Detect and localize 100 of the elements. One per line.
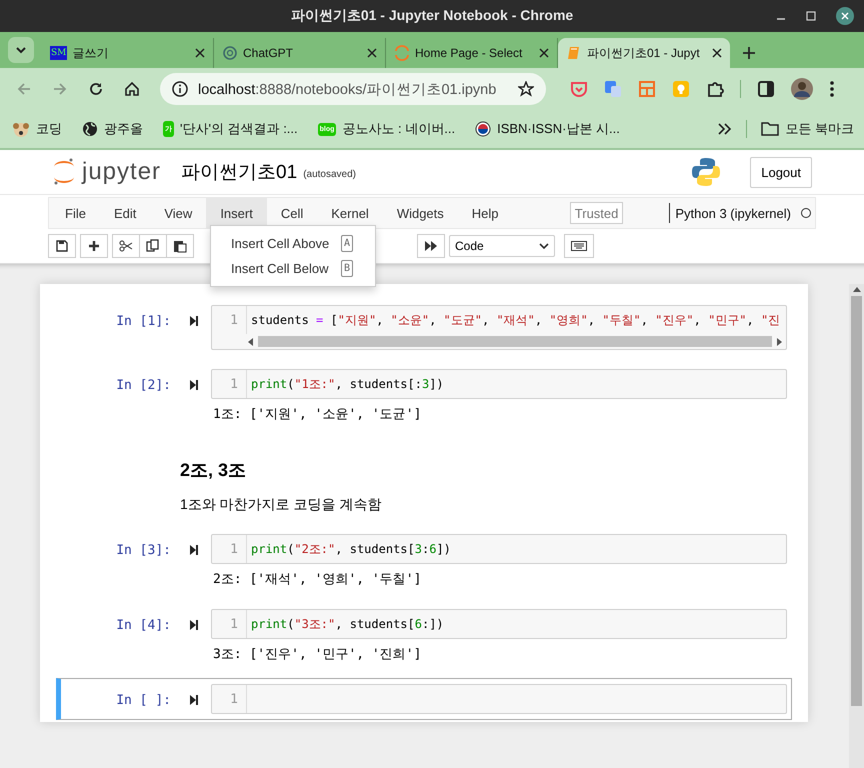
chevron-icon[interactable] [718, 123, 732, 135]
cell-type-select[interactable]: Code [449, 235, 555, 257]
pocket-icon[interactable] [570, 80, 588, 98]
bookmark[interactable]: 코딩 [12, 120, 62, 138]
close-icon[interactable] [712, 48, 722, 58]
floppy-icon [56, 240, 68, 252]
keyboard-icon [571, 241, 587, 251]
line-number: 1 [212, 535, 247, 563]
line-number: 1 [212, 306, 247, 334]
folder-icon [761, 121, 780, 137]
input-prompt: In [3]: [115, 542, 171, 558]
book-icon [566, 45, 582, 61]
save-status: (autosaved) [303, 168, 356, 180]
reload-icon[interactable] [88, 81, 104, 97]
menu-item[interactable]: Insert Cell Above A [211, 231, 375, 256]
globe-icon [82, 121, 98, 137]
python-logo-icon [692, 157, 720, 187]
notebook-name[interactable]: 파이썬기초01 [181, 159, 298, 185]
run-all-button[interactable] [417, 234, 445, 258]
new-tab-icon[interactable] [742, 46, 756, 60]
bookmark[interactable]: 광주올 [82, 120, 143, 138]
line-number: 1 [212, 685, 247, 713]
run-icon[interactable] [189, 694, 199, 706]
copy-button[interactable] [139, 234, 167, 258]
fast-forward-icon [424, 240, 438, 252]
code-input[interactable]: 1 print("1조:", students[:3]) [211, 369, 787, 399]
menu-item[interactable]: File [49, 198, 100, 228]
window-title: 파이썬기초01 - Jupyter Notebook - Chrome [290, 7, 574, 25]
more-icon[interactable] [829, 80, 835, 98]
scroll-up-icon[interactable] [852, 286, 860, 292]
line-number: 1 [212, 610, 247, 638]
run-icon[interactable] [189, 619, 199, 631]
url-text: localhost:8888/notebooks/파이썬기초01.ipynb [198, 80, 496, 98]
clipboard-icon [173, 239, 187, 253]
address-bar[interactable]: localhost:8888/notebooks/파이썬기초01.ipynb [160, 73, 546, 105]
logout-button[interactable]: Logout [750, 156, 812, 188]
jupyter-wordmark: jupyter [82, 158, 162, 186]
scroll-left-icon[interactable] [248, 338, 254, 346]
copy-icon [146, 239, 160, 253]
line-number: 1 [212, 370, 247, 398]
menu-item[interactable]: Edit [100, 198, 150, 228]
menu-item[interactable]: Kernel [317, 198, 383, 228]
save-button[interactable] [48, 234, 76, 258]
markdown-text: 1조와 마찬가지로 코딩을 계속함 [180, 496, 382, 514]
paste-button[interactable] [166, 234, 194, 258]
menu-item[interactable]: Widgets [382, 198, 458, 228]
menu-item[interactable]: Insert [206, 198, 267, 228]
menu-item[interactable]: Help [458, 198, 513, 228]
site-icon: SM [50, 46, 68, 60]
star-icon[interactable] [518, 81, 534, 97]
all-bookmarks[interactable]: 모든 북마크 [761, 120, 854, 138]
trusted-indicator[interactable]: Trusted [570, 202, 624, 224]
shortcut-key: B [340, 260, 353, 277]
cut-button[interactable] [112, 234, 140, 258]
puzzle-icon[interactable] [706, 80, 724, 98]
kernel-name: Python 3 (ipykernel) [669, 203, 791, 223]
avatar-icon[interactable] [791, 78, 813, 100]
plus-icon [88, 240, 100, 252]
ring-icon [394, 45, 410, 61]
code-line: print("2조:", students[3:6]) [250, 540, 451, 558]
menu-item[interactable]: Insert Cell Below B [211, 256, 375, 281]
cell-output: 3조: ['진우', '민구', '진희'] [213, 646, 422, 664]
vertical-scrollbar[interactable] [849, 284, 864, 768]
info-icon [172, 81, 188, 97]
markdown-heading: 2조, 3조 [180, 459, 248, 482]
menu-item[interactable]: View [150, 198, 206, 228]
run-icon[interactable] [189, 544, 199, 556]
input-prompt: In [ ]: [115, 692, 171, 708]
input-prompt: In [2]: [115, 377, 171, 393]
close-icon[interactable] [367, 48, 377, 58]
code-input[interactable]: 1 print("3조:", students[6:]) [211, 609, 787, 639]
run-icon[interactable] [189, 379, 199, 391]
close-icon[interactable] [539, 48, 549, 58]
cell-output: 1조: ['지원', '소윤', '도균'] [213, 406, 422, 424]
close-icon[interactable] [195, 48, 205, 58]
code-line: print("1조:", students[:3]) [250, 376, 444, 392]
scroll-right-icon[interactable] [776, 338, 782, 346]
selected-cell[interactable]: In [ ]: 1 [56, 678, 792, 720]
close-icon[interactable] [836, 7, 854, 25]
bookmark[interactable]: ISBN·ISSN·납본 시... [475, 120, 620, 138]
shortcut-key: A [340, 235, 353, 252]
browser-tab[interactable]: 파이썬기초01 - Jupyt [558, 38, 730, 68]
home-icon[interactable] [124, 81, 140, 97]
dog-icon [12, 120, 30, 138]
jupyter-logo-icon [52, 157, 76, 187]
code-line: print("3조:", students[6:]) [250, 616, 444, 632]
code-line: students = ["지원", "소윤", "도균", "재석", "영희", "두칠", "진우", "민구", "진 [250, 312, 780, 328]
run-icon[interactable] [189, 315, 199, 327]
keyboard-button[interactable] [564, 234, 594, 258]
caret-icon [539, 243, 549, 249]
translate-icon[interactable] [604, 80, 622, 98]
tab-list-icon[interactable] [8, 37, 34, 63]
scissors-icon [119, 240, 133, 252]
add-cell-button[interactable] [80, 234, 108, 258]
maximize-icon[interactable] [806, 11, 816, 21]
side-panel-icon[interactable] [757, 80, 775, 98]
code-input[interactable]: 1 students = ["지원", "소윤", "도균", "재석", "영희", "두칠", "진우", "민구", "진 [211, 305, 787, 350]
input-prompt: In [1]: [115, 313, 171, 329]
menu-item[interactable]: Cell [266, 198, 318, 228]
code-input[interactable]: 1 print("2조:", students[3:6]) [211, 534, 787, 564]
